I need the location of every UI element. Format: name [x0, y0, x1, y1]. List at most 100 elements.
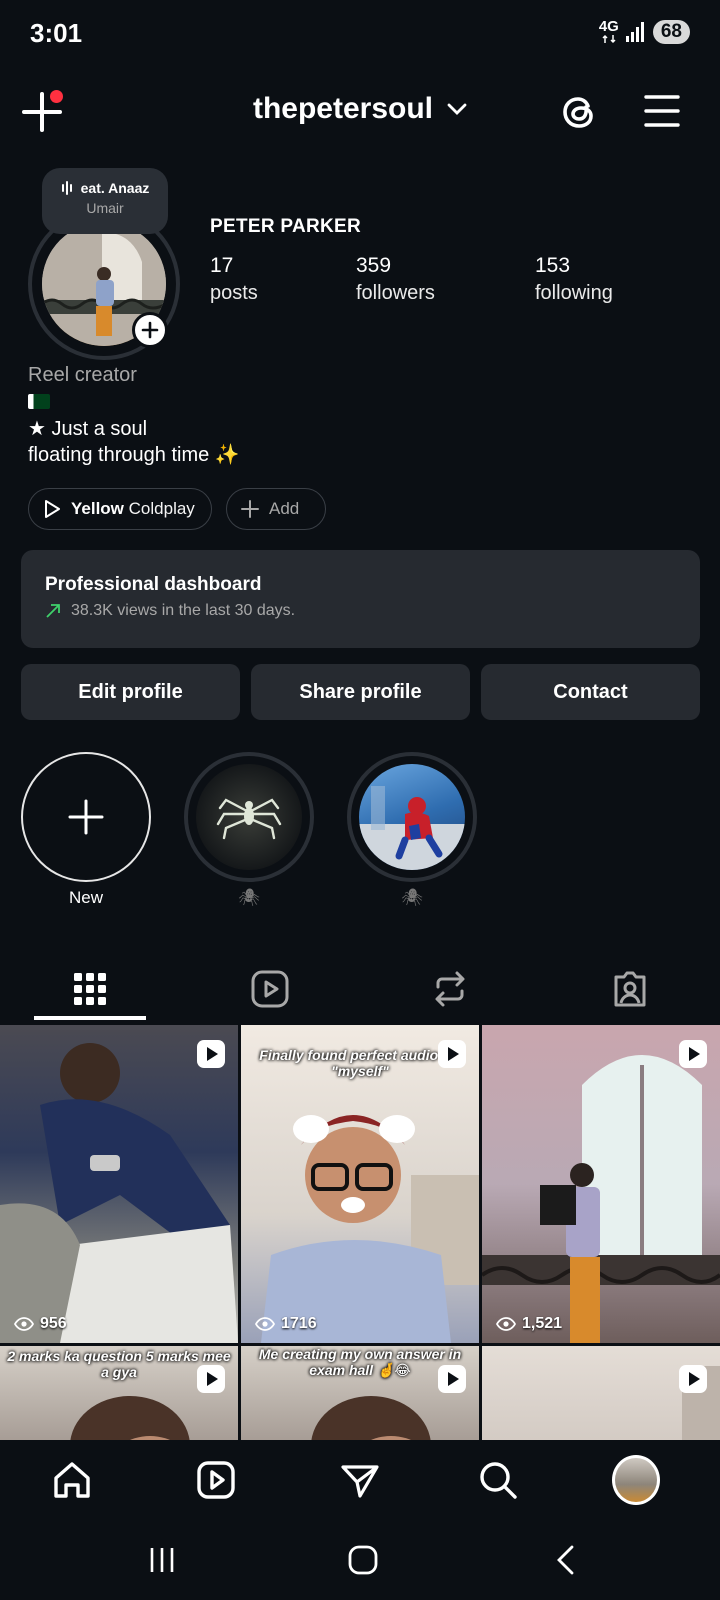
status-bar: 3:01 4G 68 [0, 0, 720, 68]
plus-icon [68, 799, 104, 835]
status-time: 3:01 [30, 18, 83, 48]
active-tab-indicator [34, 1016, 146, 1020]
note-subtitle: Umair [86, 200, 124, 216]
audio-wave-icon [61, 181, 72, 195]
add-label: Add [269, 499, 300, 518]
music-artist: Coldplay [128, 499, 195, 518]
home-button[interactable] [343, 1540, 383, 1580]
spiderman-image [359, 786, 465, 870]
battery-indicator: 68 [652, 20, 690, 44]
highlight-label: 🕷 [238, 888, 260, 907]
nav-home[interactable] [48, 1456, 96, 1504]
post-tile[interactable]: 1,521 [482, 1025, 720, 1343]
system-navigation [0, 1520, 720, 1600]
bio-line: ★ Just a soul [28, 418, 148, 440]
stat-count: 153 [535, 254, 571, 277]
tab-grid[interactable] [0, 956, 180, 1022]
chevron-down-icon [447, 103, 467, 115]
tab-tagged[interactable] [540, 956, 720, 1022]
reels-icon [197, 1461, 235, 1499]
nav-search[interactable] [474, 1456, 522, 1504]
stat-label: posts [210, 282, 258, 304]
spider-logo-icon [216, 798, 282, 840]
grid-icon [74, 973, 106, 1005]
stat-following[interactable]: 153 following [535, 254, 613, 305]
profile-bio: Reel creator ★ Just a soul floating thro… [28, 362, 240, 468]
stat-posts[interactable]: 17 posts [210, 254, 258, 305]
recent-apps-button[interactable] [142, 1540, 182, 1580]
stat-label: following [535, 282, 613, 304]
highlight-cover [359, 764, 465, 870]
username: thepetersoul [252, 92, 434, 125]
share-profile-button[interactable]: Share profile [251, 664, 470, 720]
view-count: 1716 [281, 1315, 317, 1332]
network-type: 4G [598, 18, 619, 35]
reel-badge-icon [679, 1365, 707, 1393]
recent-apps-icon [150, 1548, 174, 1572]
reel-badge-icon [197, 1040, 225, 1068]
new-highlight-button[interactable] [21, 752, 151, 882]
hamburger-menu-icon [644, 95, 680, 127]
threads-icon [563, 97, 593, 128]
add-story-button[interactable] [132, 312, 168, 348]
highlight-label: 🕷 [401, 888, 423, 907]
add-link-pill[interactable]: Add [226, 488, 326, 530]
post-tile[interactable]: Me creating my own answer in exam hall 🤞… [241, 1346, 479, 1441]
edit-profile-button[interactable]: Edit profile [21, 664, 240, 720]
tagged-person-icon [614, 971, 646, 1007]
send-icon [341, 1465, 379, 1498]
pakistan-flag-icon [28, 394, 50, 409]
nav-reels[interactable] [192, 1456, 240, 1504]
reel-badge-icon [438, 1040, 466, 1068]
nav-messages[interactable] [336, 1456, 384, 1504]
eye-icon [255, 1317, 275, 1331]
profile-header: thepetersoul [0, 80, 720, 144]
nav-profile[interactable] [612, 1455, 660, 1505]
eye-icon [14, 1317, 34, 1331]
post-tile[interactable]: 2 marks ka question 5 marks mee a gya [0, 1346, 238, 1441]
view-count: 1,521 [522, 1315, 563, 1332]
post-tile[interactable]: Finally found perfect audio for "myself"… [241, 1025, 479, 1343]
profile-music-pill[interactable]: Yellow Coldplay [28, 488, 212, 530]
reel-badge-icon [679, 1040, 707, 1068]
post-thumbnail [0, 1043, 238, 1343]
threads-button[interactable] [560, 90, 600, 134]
play-icon [45, 500, 60, 518]
view-count: 956 [40, 1315, 67, 1332]
avatar [612, 1455, 660, 1505]
back-button[interactable] [546, 1540, 586, 1580]
posts-grid: 956 Finally found perfect audio for "mys… [0, 1025, 720, 1441]
tab-reposts[interactable] [360, 956, 540, 1022]
bottom-navigation [0, 1440, 720, 1520]
plus-icon [241, 500, 259, 518]
status-indicators: 4G 68 [598, 18, 690, 44]
bio-line: floating through time ✨ [28, 444, 240, 466]
account-switcher[interactable]: thepetersoul [253, 92, 467, 126]
stat-followers[interactable]: 359 followers [356, 254, 435, 305]
music-song: Yellow [71, 499, 124, 518]
repost-icon [435, 971, 465, 1007]
signal-icon [625, 22, 644, 42]
trend-up-icon [46, 604, 60, 618]
dashboard-subtitle: 38.3K views in the last 30 days. [71, 602, 296, 619]
back-chevron-icon [557, 1545, 574, 1575]
professional-dashboard[interactable]: Professional dashboard 38.3K views in th… [21, 550, 700, 648]
highlight-label: New [68, 888, 103, 907]
post-tile[interactable] [482, 1346, 720, 1441]
menu-button[interactable] [644, 94, 680, 128]
tab-reels[interactable] [180, 956, 360, 1022]
reels-icon [251, 970, 289, 1008]
highlight-spiderman[interactable] [347, 752, 477, 882]
stat-count: 359 [356, 254, 392, 277]
highlight-cover [196, 764, 302, 870]
note-title: eat. Anaaz [80, 180, 150, 196]
post-tile[interactable]: 956 [0, 1025, 238, 1343]
reel-badge-icon [197, 1365, 225, 1393]
profile-tabs [0, 956, 720, 1022]
data-arrows-icon [602, 34, 616, 44]
note-bubble[interactable]: eat. Anaaz Umair [42, 168, 168, 234]
highlight-spider-logo[interactable] [184, 752, 314, 882]
contact-button[interactable]: Contact [481, 664, 700, 720]
home-icon [54, 1462, 90, 1498]
stat-label: followers [356, 282, 435, 304]
